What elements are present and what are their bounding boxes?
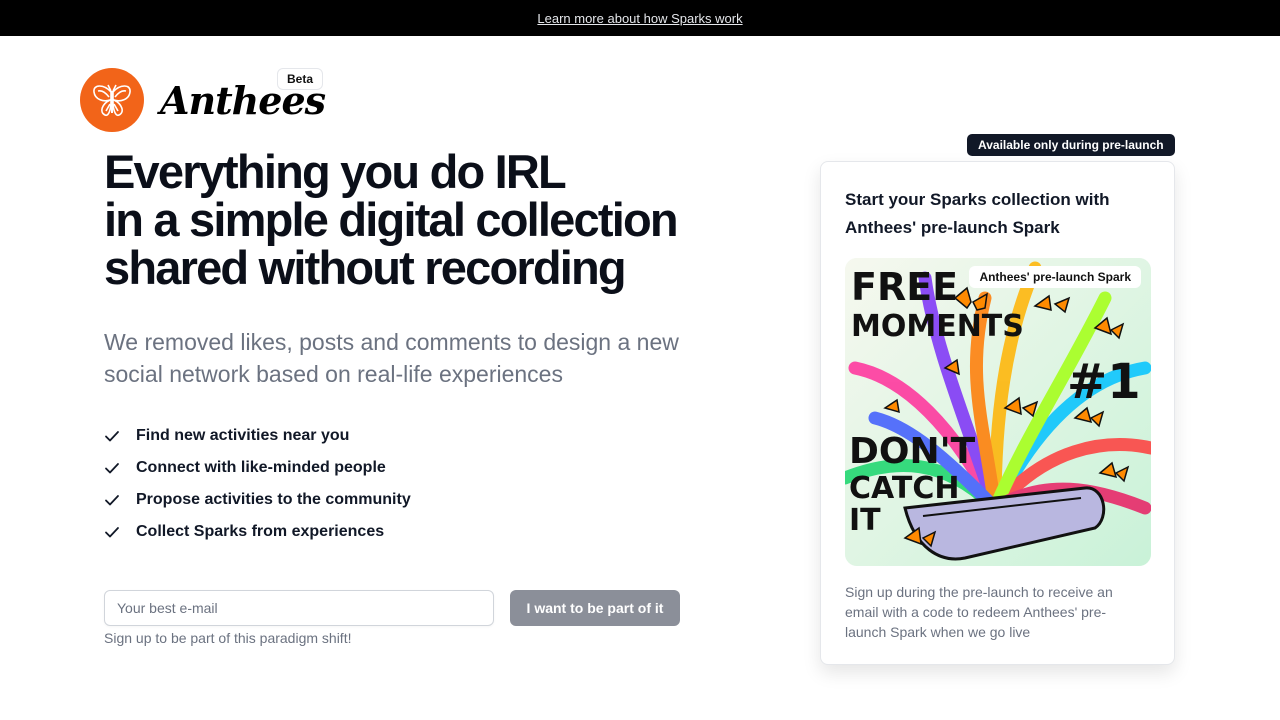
- feature-label: Find new activities near you: [136, 427, 350, 444]
- hero-headline: Everything you do IRL in a simple digita…: [104, 148, 744, 292]
- spark-label: Anthees' pre-launch Spark: [969, 266, 1141, 288]
- check-icon: [104, 428, 120, 444]
- feature-label: Propose activities to the community: [136, 491, 411, 508]
- feature-list: Find new activities near you Connect wit…: [104, 420, 411, 548]
- spark-card: Start your Sparks collection with Anthee…: [820, 161, 1175, 665]
- art-text-number: #1: [1067, 354, 1141, 410]
- feature-item: Connect with like-minded people: [104, 452, 411, 484]
- card-title: Start your Sparks collection with Anthee…: [845, 190, 1110, 237]
- art-text-free: FREE: [851, 265, 958, 309]
- headline-line: Everything you do IRL: [104, 145, 567, 198]
- feature-label: Collect Sparks from experiences: [136, 523, 385, 540]
- art-text-catch: CATCH: [849, 471, 960, 506]
- feature-item: Collect Sparks from experiences: [104, 516, 411, 548]
- butterfly-icon: [93, 84, 131, 117]
- art-text-dont: DON'T: [849, 431, 976, 472]
- beta-badge: Beta: [277, 68, 324, 90]
- check-icon: [104, 460, 120, 476]
- art-text-it: IT: [849, 503, 881, 538]
- card-description: Sign up during the pre-launch to receive…: [845, 584, 1113, 640]
- feature-item: Find new activities near you: [104, 420, 411, 452]
- learn-more-link[interactable]: Learn more about how Sparks work: [537, 11, 742, 26]
- feature-label: Connect with like-minded people: [136, 459, 386, 476]
- check-icon: [104, 524, 120, 540]
- spark-artwork: Anthees' pre-launch Spark FREE MOMENTS #…: [845, 258, 1151, 566]
- headline-line: in a simple digital collection: [104, 193, 679, 246]
- signup-helper-text: Sign up to be part of this paradigm shif…: [104, 630, 352, 646]
- spark-illustration: FREE MOMENTS #1 DON'T CATCH IT: [845, 258, 1151, 566]
- check-icon: [104, 492, 120, 508]
- signup-button[interactable]: I want to be part of it: [510, 590, 680, 626]
- feature-item: Propose activities to the community: [104, 484, 411, 516]
- prelaunch-badge: Available only during pre-launch: [967, 134, 1175, 156]
- headline-line: shared without recording: [104, 241, 627, 294]
- announcement-bar: Learn more about how Sparks work: [0, 0, 1280, 36]
- art-text-moments: MOMENTS: [851, 309, 1024, 344]
- hero-subhead: We removed likes, posts and comments to …: [104, 329, 679, 387]
- logo-badge: [80, 68, 144, 132]
- email-field[interactable]: [104, 590, 494, 626]
